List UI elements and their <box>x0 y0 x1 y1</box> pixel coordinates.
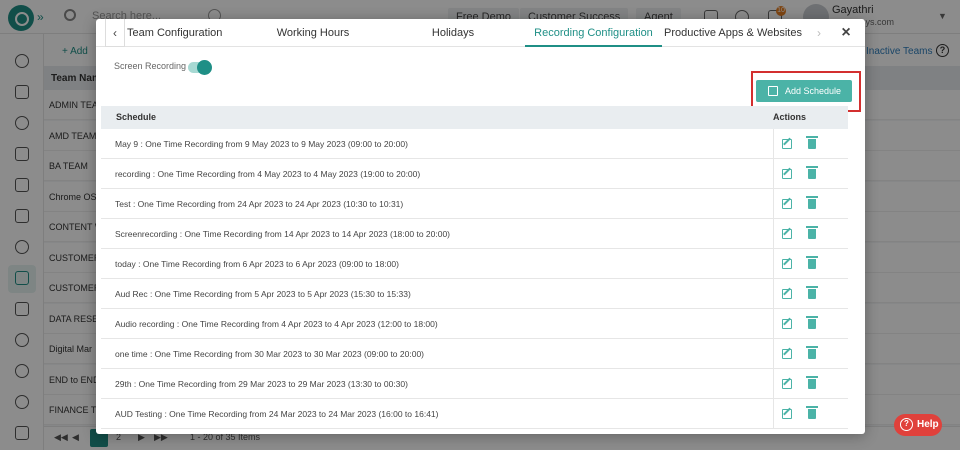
actions-cell <box>773 369 848 399</box>
schedule-cell: Screenrecording : One Time Recording fro… <box>115 229 451 239</box>
actions-cell <box>773 309 848 339</box>
edit-icon[interactable] <box>782 229 792 239</box>
delete-icon[interactable] <box>806 376 818 389</box>
actions-cell <box>773 219 848 249</box>
schedule-cell: 29th : One Time Recording from 29 Mar 20… <box>115 379 408 389</box>
edit-icon[interactable] <box>782 409 792 419</box>
tab-productive-apps[interactable]: Productive Apps & Websites <box>664 19 802 47</box>
schedule-cell: today : One Time Recording from 6 Apr 20… <box>115 259 399 269</box>
schedule-column-header: Schedule <box>116 112 157 122</box>
schedule-cell: Audio recording : One Time Recording fro… <box>115 319 438 329</box>
schedule-cell: AUD Testing : One Time Recording from 24… <box>115 409 439 419</box>
toggle-knob[interactable] <box>197 60 212 75</box>
actions-cell <box>773 339 848 369</box>
help-label: Help <box>917 419 939 430</box>
schedule-cell: May 9 : One Time Recording from 9 May 20… <box>115 139 408 149</box>
table-row: Aud Rec : One Time Recording from 5 Apr … <box>101 279 848 309</box>
tabs-scroll-right-icon[interactable]: › <box>809 19 829 47</box>
table-row: Test : One Time Recording from 24 Apr 20… <box>101 189 848 219</box>
tab-working-hours[interactable]: Working Hours <box>272 19 354 47</box>
actions-cell <box>773 129 848 159</box>
schedule-cell: recording : One Time Recording from 4 Ma… <box>115 169 421 179</box>
edit-icon[interactable] <box>782 379 792 389</box>
table-row: Screenrecording : One Time Recording fro… <box>101 219 848 249</box>
schedule-cell: one time : One Time Recording from 30 Ma… <box>115 349 425 359</box>
actions-cell <box>773 159 848 189</box>
tab-team-configuration[interactable]: Team Configuration <box>127 19 222 47</box>
edit-icon[interactable] <box>782 259 792 269</box>
delete-icon[interactable] <box>806 166 818 179</box>
actions-cell <box>773 249 848 279</box>
delete-icon[interactable] <box>806 406 818 419</box>
schedule-cell: Aud Rec : One Time Recording from 5 Apr … <box>115 289 411 299</box>
table-row: one time : One Time Recording from 30 Ma… <box>101 339 848 369</box>
close-icon[interactable]: × <box>838 25 854 41</box>
delete-icon[interactable] <box>806 136 818 149</box>
tab-holidays[interactable]: Holidays <box>428 19 478 47</box>
help-button[interactable]: ? Help <box>894 414 942 436</box>
team-settings-modal: ‹ Team Configuration Working Hours Holid… <box>96 19 865 434</box>
tab-bar: ‹ Team Configuration Working Hours Holid… <box>96 19 865 47</box>
actions-cell <box>773 189 848 219</box>
tab-recording-configuration[interactable]: Recording Configuration <box>525 19 662 47</box>
edit-icon[interactable] <box>782 319 792 329</box>
delete-icon[interactable] <box>806 346 818 359</box>
delete-icon[interactable] <box>806 196 818 209</box>
table-row: 29th : One Time Recording from 29 Mar 20… <box>101 369 848 399</box>
schedule-table-header: Schedule Actions <box>101 106 848 129</box>
table-row: May 9 : One Time Recording from 9 May 20… <box>101 129 848 159</box>
actions-cell <box>773 399 848 429</box>
tabs-scroll-left-icon[interactable]: ‹ <box>105 19 125 47</box>
edit-icon[interactable] <box>782 139 792 149</box>
table-row: Audio recording : One Time Recording fro… <box>101 309 848 339</box>
question-icon: ? <box>900 418 913 431</box>
table-row: recording : One Time Recording from 4 Ma… <box>101 159 848 189</box>
edit-icon[interactable] <box>782 289 792 299</box>
actions-cell <box>773 279 848 309</box>
actions-column-header: Actions <box>773 112 807 122</box>
edit-icon[interactable] <box>782 349 792 359</box>
edit-icon[interactable] <box>782 199 792 209</box>
delete-icon[interactable] <box>806 226 818 239</box>
table-row: AUD Testing : One Time Recording from 24… <box>101 399 848 429</box>
table-row: today : One Time Recording from 6 Apr 20… <box>101 249 848 279</box>
delete-icon[interactable] <box>806 316 818 329</box>
edit-icon[interactable] <box>782 169 792 179</box>
delete-icon[interactable] <box>806 256 818 269</box>
screen-recording-label: Screen Recording <box>114 61 187 71</box>
delete-icon[interactable] <box>806 286 818 299</box>
schedule-cell: Test : One Time Recording from 24 Apr 20… <box>115 199 404 209</box>
